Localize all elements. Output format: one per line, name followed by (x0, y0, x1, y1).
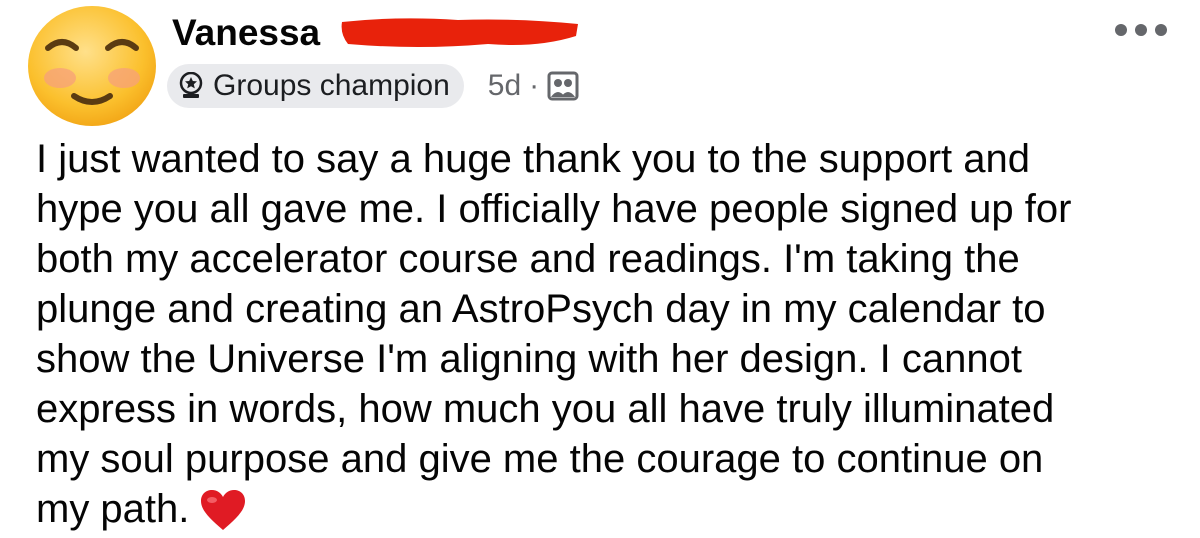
post-timestamp[interactable]: 5d (488, 69, 521, 103)
author-avatar[interactable] (24, 4, 160, 128)
left-cheek (44, 68, 76, 88)
red-heart-emoji (201, 490, 246, 530)
groups-champion-badge[interactable]: Groups champion (167, 64, 464, 108)
right-cheek (108, 68, 140, 88)
author-name[interactable]: Vanessa (172, 10, 320, 56)
post-text: I just wanted to say a huge thank you to… (36, 137, 1072, 531)
post-body: I just wanted to say a huge thank you to… (36, 134, 1176, 534)
group-icon[interactable] (547, 71, 579, 101)
badge-label: Groups champion (213, 69, 450, 102)
champion-badge-icon (179, 72, 203, 98)
more-dots-icon[interactable] (1112, 18, 1170, 42)
post-meta: Groups champion 5d · (167, 64, 579, 108)
name-redaction (341, 18, 578, 47)
emoji-face (28, 6, 156, 126)
meta-separator: · (529, 69, 540, 102)
